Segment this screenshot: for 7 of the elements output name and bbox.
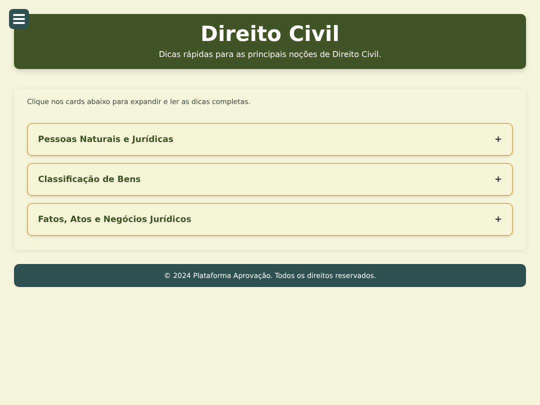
tip-card[interactable]: Pessoas Naturais e Jurídicas +	[27, 123, 513, 156]
tip-card[interactable]: Classificação de Bens +	[27, 163, 513, 196]
page-subtitle: Dicas rápidas para as principais noções de Direito Civil.	[158, 50, 382, 59]
tip-card[interactable]: Fatos, Atos e Negócios Jurídicos +	[27, 203, 513, 236]
menu-icon	[13, 14, 25, 24]
page-title: Direito Civil	[200, 21, 340, 47]
menu-button[interactable]	[9, 9, 29, 29]
